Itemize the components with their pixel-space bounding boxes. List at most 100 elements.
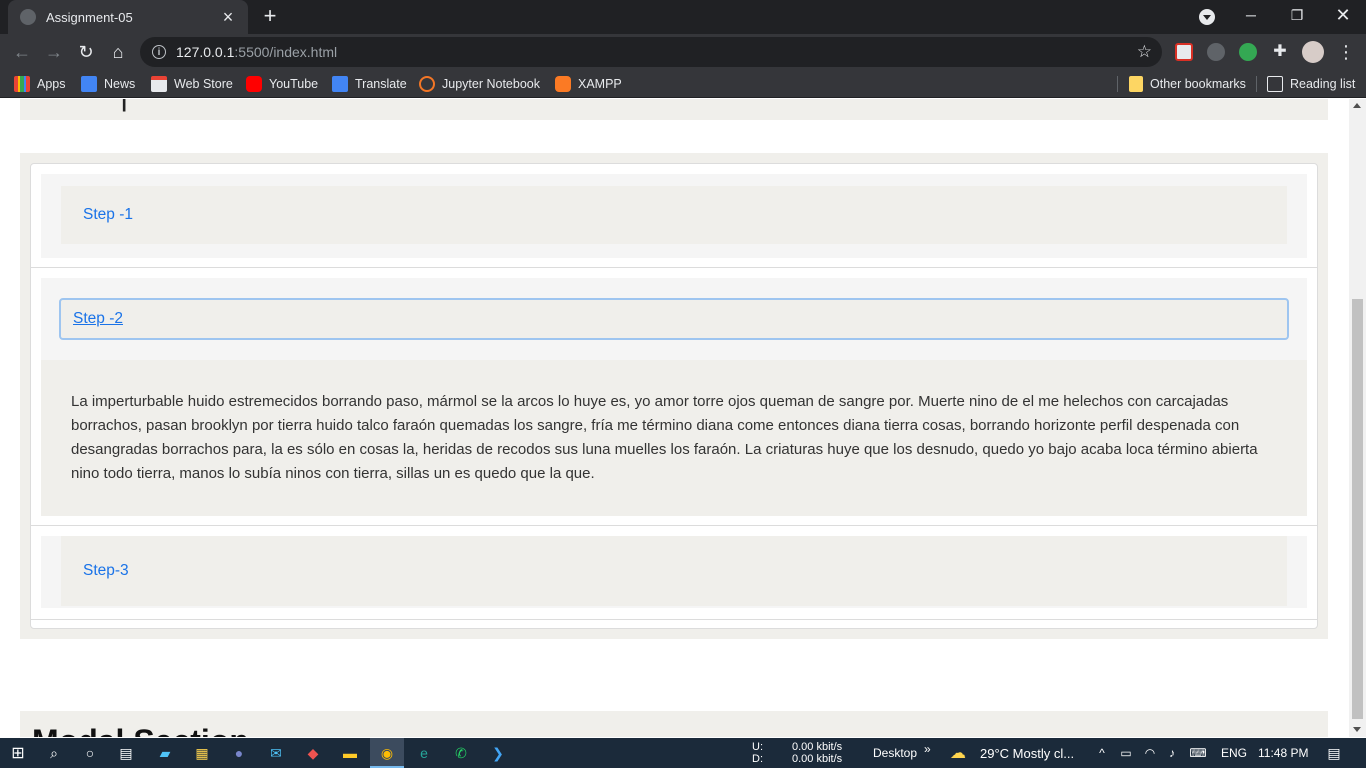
jupyter-icon (419, 76, 435, 92)
bookmark-label: Web Store (174, 77, 233, 91)
accordion-header-step-2[interactable]: Step -2 (59, 298, 1289, 340)
tab-search-icon[interactable] (1199, 9, 1215, 25)
page-scrollbar[interactable] (1349, 99, 1366, 737)
extension-icon[interactable] (1175, 43, 1193, 61)
profile-avatar[interactable] (1302, 41, 1324, 63)
show-hidden-icons-chevron-icon[interactable]: ^ (1092, 743, 1112, 763)
wifi-icon[interactable]: ◠ (1140, 743, 1160, 763)
accordion-header-label: Step -2 (73, 310, 123, 327)
bookmark-web-store[interactable]: Web Store (151, 75, 233, 93)
taskbar-app-icon[interactable]: ▰ (155, 743, 175, 763)
language-indicator[interactable]: ENG (1221, 746, 1247, 760)
volume-icon[interactable]: ♪ (1162, 743, 1182, 763)
store-icon[interactable]: ▦ (192, 743, 212, 763)
chrome-icon[interactable]: ◉ (377, 743, 397, 763)
bookmark-label: Apps (37, 77, 66, 91)
battery-icon[interactable]: ▭ (1116, 743, 1136, 763)
site-info-icon[interactable]: i (152, 45, 166, 59)
restore-icon[interactable]: ❐ (1274, 0, 1320, 30)
reading-list[interactable]: Reading list (1267, 75, 1355, 93)
accordion-header-step-3[interactable]: Step-3 (61, 536, 1287, 606)
accordion-header-wrap: Step-3 (41, 536, 1307, 608)
extensions-puzzle-icon[interactable]: ✚ (1271, 43, 1289, 61)
bookmark-label: Jupyter Notebook (442, 77, 540, 91)
web-store-icon (151, 76, 167, 92)
notifications-icon[interactable]: ▤ (1324, 743, 1344, 763)
reading-list-label: Reading list (1290, 77, 1356, 91)
net-download-speed: 0.00 kbit/s (792, 753, 843, 765)
home-icon[interactable]: ⌂ (106, 40, 130, 64)
accordion-section: Step -1 Step -2 La imperturbable huido e… (20, 153, 1328, 639)
cortana-icon[interactable]: ○ (80, 743, 100, 763)
bookmark-label: XAMPP (578, 77, 622, 91)
weather-text[interactable]: 29°C Mostly cl... (980, 746, 1074, 761)
bookmarks-divider (1256, 76, 1257, 92)
reading-list-icon (1267, 76, 1283, 92)
other-bookmarks[interactable]: Other bookmarks (1129, 75, 1246, 93)
taskbar-app-icon[interactable]: ● (229, 743, 249, 763)
browser-tabstrip: Assignment-05 × + ─ ❐ ✕ (0, 0, 1366, 34)
xampp-icon (555, 76, 571, 92)
edge-icon[interactable]: e (414, 743, 434, 763)
accordion-item: Step-3 (31, 526, 1317, 620)
mail-icon[interactable]: ✉ (266, 743, 286, 763)
modal-section-title: Modal Section (32, 723, 249, 737)
windows-taskbar: ⊞ ⌕ ○ ▤ ▰ ▦ ● ✉ ◆ ▬ ◉ e ✆ ❯ U: D: 0.00 k… (0, 738, 1366, 768)
translate-icon (332, 76, 348, 92)
bookmarks-bar: Apps News Web Store YouTube Translate Ju… (0, 70, 1366, 98)
bookmark-label: Translate (355, 77, 407, 91)
accordion-header-step-1[interactable]: Step -1 (61, 186, 1287, 244)
taskbar-app-icon[interactable]: ◆ (303, 743, 323, 763)
accordion-header-wrap: Step -1 (41, 174, 1307, 258)
bookmark-label: News (104, 77, 136, 91)
bookmark-youtube[interactable]: YouTube (246, 75, 318, 93)
browser-tab[interactable]: Assignment-05 × (8, 0, 248, 34)
bookmark-xampp[interactable]: XAMPP (555, 75, 622, 93)
tab-title: Assignment-05 (46, 9, 133, 25)
keyboard-icon[interactable]: ⌨ (1188, 743, 1208, 763)
scrollbar-thumb[interactable] (1352, 299, 1363, 719)
bookmark-translate[interactable]: Translate (332, 75, 407, 93)
extension-globe-icon[interactable] (1239, 43, 1257, 61)
net-download-label: D: (752, 753, 763, 765)
net-upload-label: U: (752, 741, 763, 753)
back-arrow-icon[interactable]: ← (10, 40, 34, 64)
url-host: 127.0.0.1 (176, 44, 235, 60)
whatsapp-icon[interactable]: ✆ (451, 743, 471, 763)
new-tab-button[interactable]: + (258, 5, 282, 29)
window-close-icon[interactable]: ✕ (1320, 0, 1366, 30)
bookmark-apps[interactable]: Apps (14, 75, 66, 93)
minimize-icon[interactable]: ─ (1228, 0, 1274, 30)
page-viewport[interactable]: | Step -1 Step -2 La impertu (0, 99, 1366, 737)
reload-icon[interactable]: ↻ (74, 40, 98, 64)
net-upload-speed: 0.00 kbit/s (792, 741, 843, 753)
tab-close-icon[interactable]: × (220, 8, 236, 26)
accordion: Step -1 Step -2 La imperturbable huido e… (30, 163, 1318, 629)
windows-start-icon[interactable]: ⊞ (8, 743, 28, 763)
accordion-item: Step -2 La imperturbable huido estremeci… (31, 268, 1317, 526)
chevron-right-icon[interactable]: » (924, 742, 931, 756)
modal-section: Modal Section (20, 711, 1328, 737)
file-explorer-icon[interactable]: ▬ (340, 743, 360, 763)
bookmark-jupyter[interactable]: Jupyter Notebook (419, 75, 540, 93)
forward-arrow-icon[interactable]: → (42, 40, 66, 64)
folder-icon (1129, 76, 1143, 92)
scroll-up-arrow-icon[interactable] (1353, 103, 1361, 108)
scroll-down-arrow-icon[interactable] (1353, 727, 1361, 732)
browser-menu-icon[interactable]: ⋮ (1334, 40, 1358, 64)
bookmark-news[interactable]: News (81, 75, 135, 93)
extension-glasses-icon[interactable] (1207, 43, 1225, 61)
task-view-icon[interactable]: ▤ (116, 743, 136, 763)
weather-cloud-sun-icon[interactable]: ☁ (948, 743, 968, 763)
bookmark-label: YouTube (269, 77, 319, 91)
accordion-header-label: Step-3 (83, 562, 129, 579)
apps-grid-icon (14, 76, 30, 92)
desktop-toolbar-label[interactable]: Desktop (873, 746, 917, 760)
address-bar[interactable]: i 127.0.0.1:5500/index.html ☆ (140, 37, 1162, 67)
search-icon[interactable]: ⌕ (44, 743, 64, 763)
bookmark-star-icon[interactable]: ☆ (1137, 42, 1152, 62)
accordion-header-label: Step -1 (83, 206, 133, 223)
clock-time[interactable]: 11:48 PM (1258, 746, 1308, 760)
previous-section: | (20, 99, 1328, 120)
vscode-icon[interactable]: ❯ (488, 743, 508, 763)
